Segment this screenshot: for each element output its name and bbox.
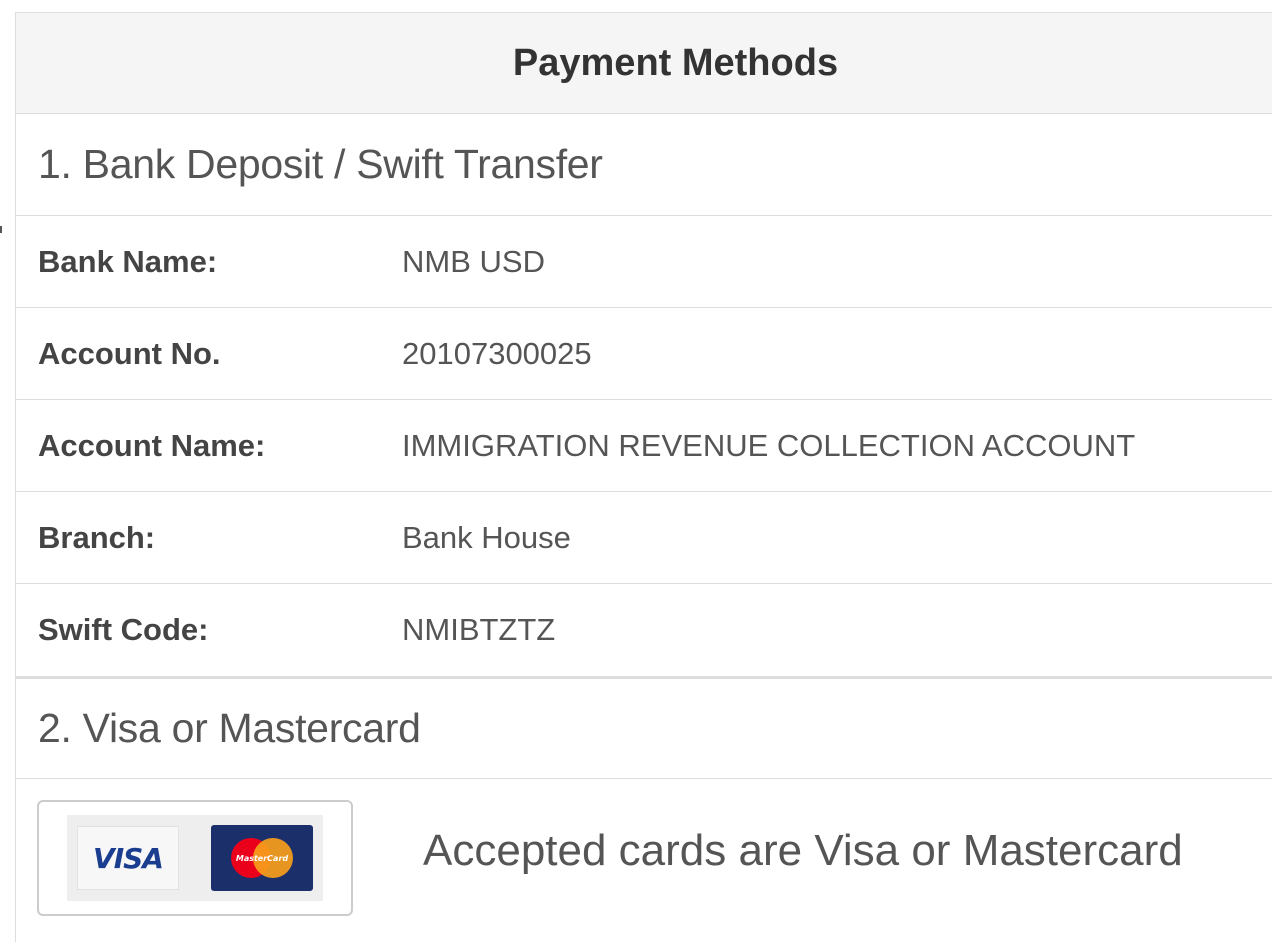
accepted-cards-row: VISA MasterCard Accepted cards are Visa … [16, 779, 1272, 929]
swift-code-value: NMIBTZTZ [402, 612, 556, 647]
card-payment-heading: 2. Visa or Mastercard [16, 676, 1272, 779]
bank-deposit-heading: 1. Bank Deposit / Swift Transfer [16, 114, 1272, 216]
panel-header: Payment Methods [16, 13, 1272, 114]
panel-title: Payment Methods [512, 41, 839, 84]
account-number-label: Account No. [38, 335, 221, 371]
card-logos: VISA MasterCard [37, 800, 353, 916]
account-number-row: Account No. 20107300025 [16, 308, 1272, 400]
account-name-row: Account Name: IMMIGRATION REVENUE COLLEC… [16, 400, 1272, 492]
payment-methods-panel: Payment Methods 1. Bank Deposit / Swift … [15, 12, 1272, 942]
account-name-label: Account Name: [38, 427, 266, 463]
bank-name-label: Bank Name: [38, 243, 218, 279]
branch-row: Branch: Bank House [16, 492, 1272, 584]
mastercard-logo-icon: MasterCard [211, 825, 313, 891]
branch-label: Branch: [38, 519, 156, 555]
account-name-value: IMMIGRATION REVENUE COLLECTION ACCOUNT [402, 427, 1136, 463]
branch-value: Bank House [402, 519, 571, 555]
swift-code-row: Swift Code: NMIBTZTZ [16, 584, 1272, 676]
swift-code-label: Swift Code: [38, 612, 209, 647]
edge-mark [0, 226, 2, 233]
account-number-value: 20107300025 [402, 335, 592, 371]
visa-logo-text: VISA [93, 841, 164, 875]
card-logos-strip: VISA MasterCard [67, 815, 323, 901]
visa-logo-icon: VISA [77, 826, 179, 890]
bank-name-row: Bank Name: NMB USD [16, 216, 1272, 308]
mastercard-logo-text: MasterCard [236, 854, 289, 863]
mastercard-circles-icon: MasterCard [231, 838, 293, 878]
bank-name-value: NMB USD [402, 243, 545, 279]
accepted-cards-caption: Accepted cards are Visa or Mastercard [423, 826, 1183, 875]
